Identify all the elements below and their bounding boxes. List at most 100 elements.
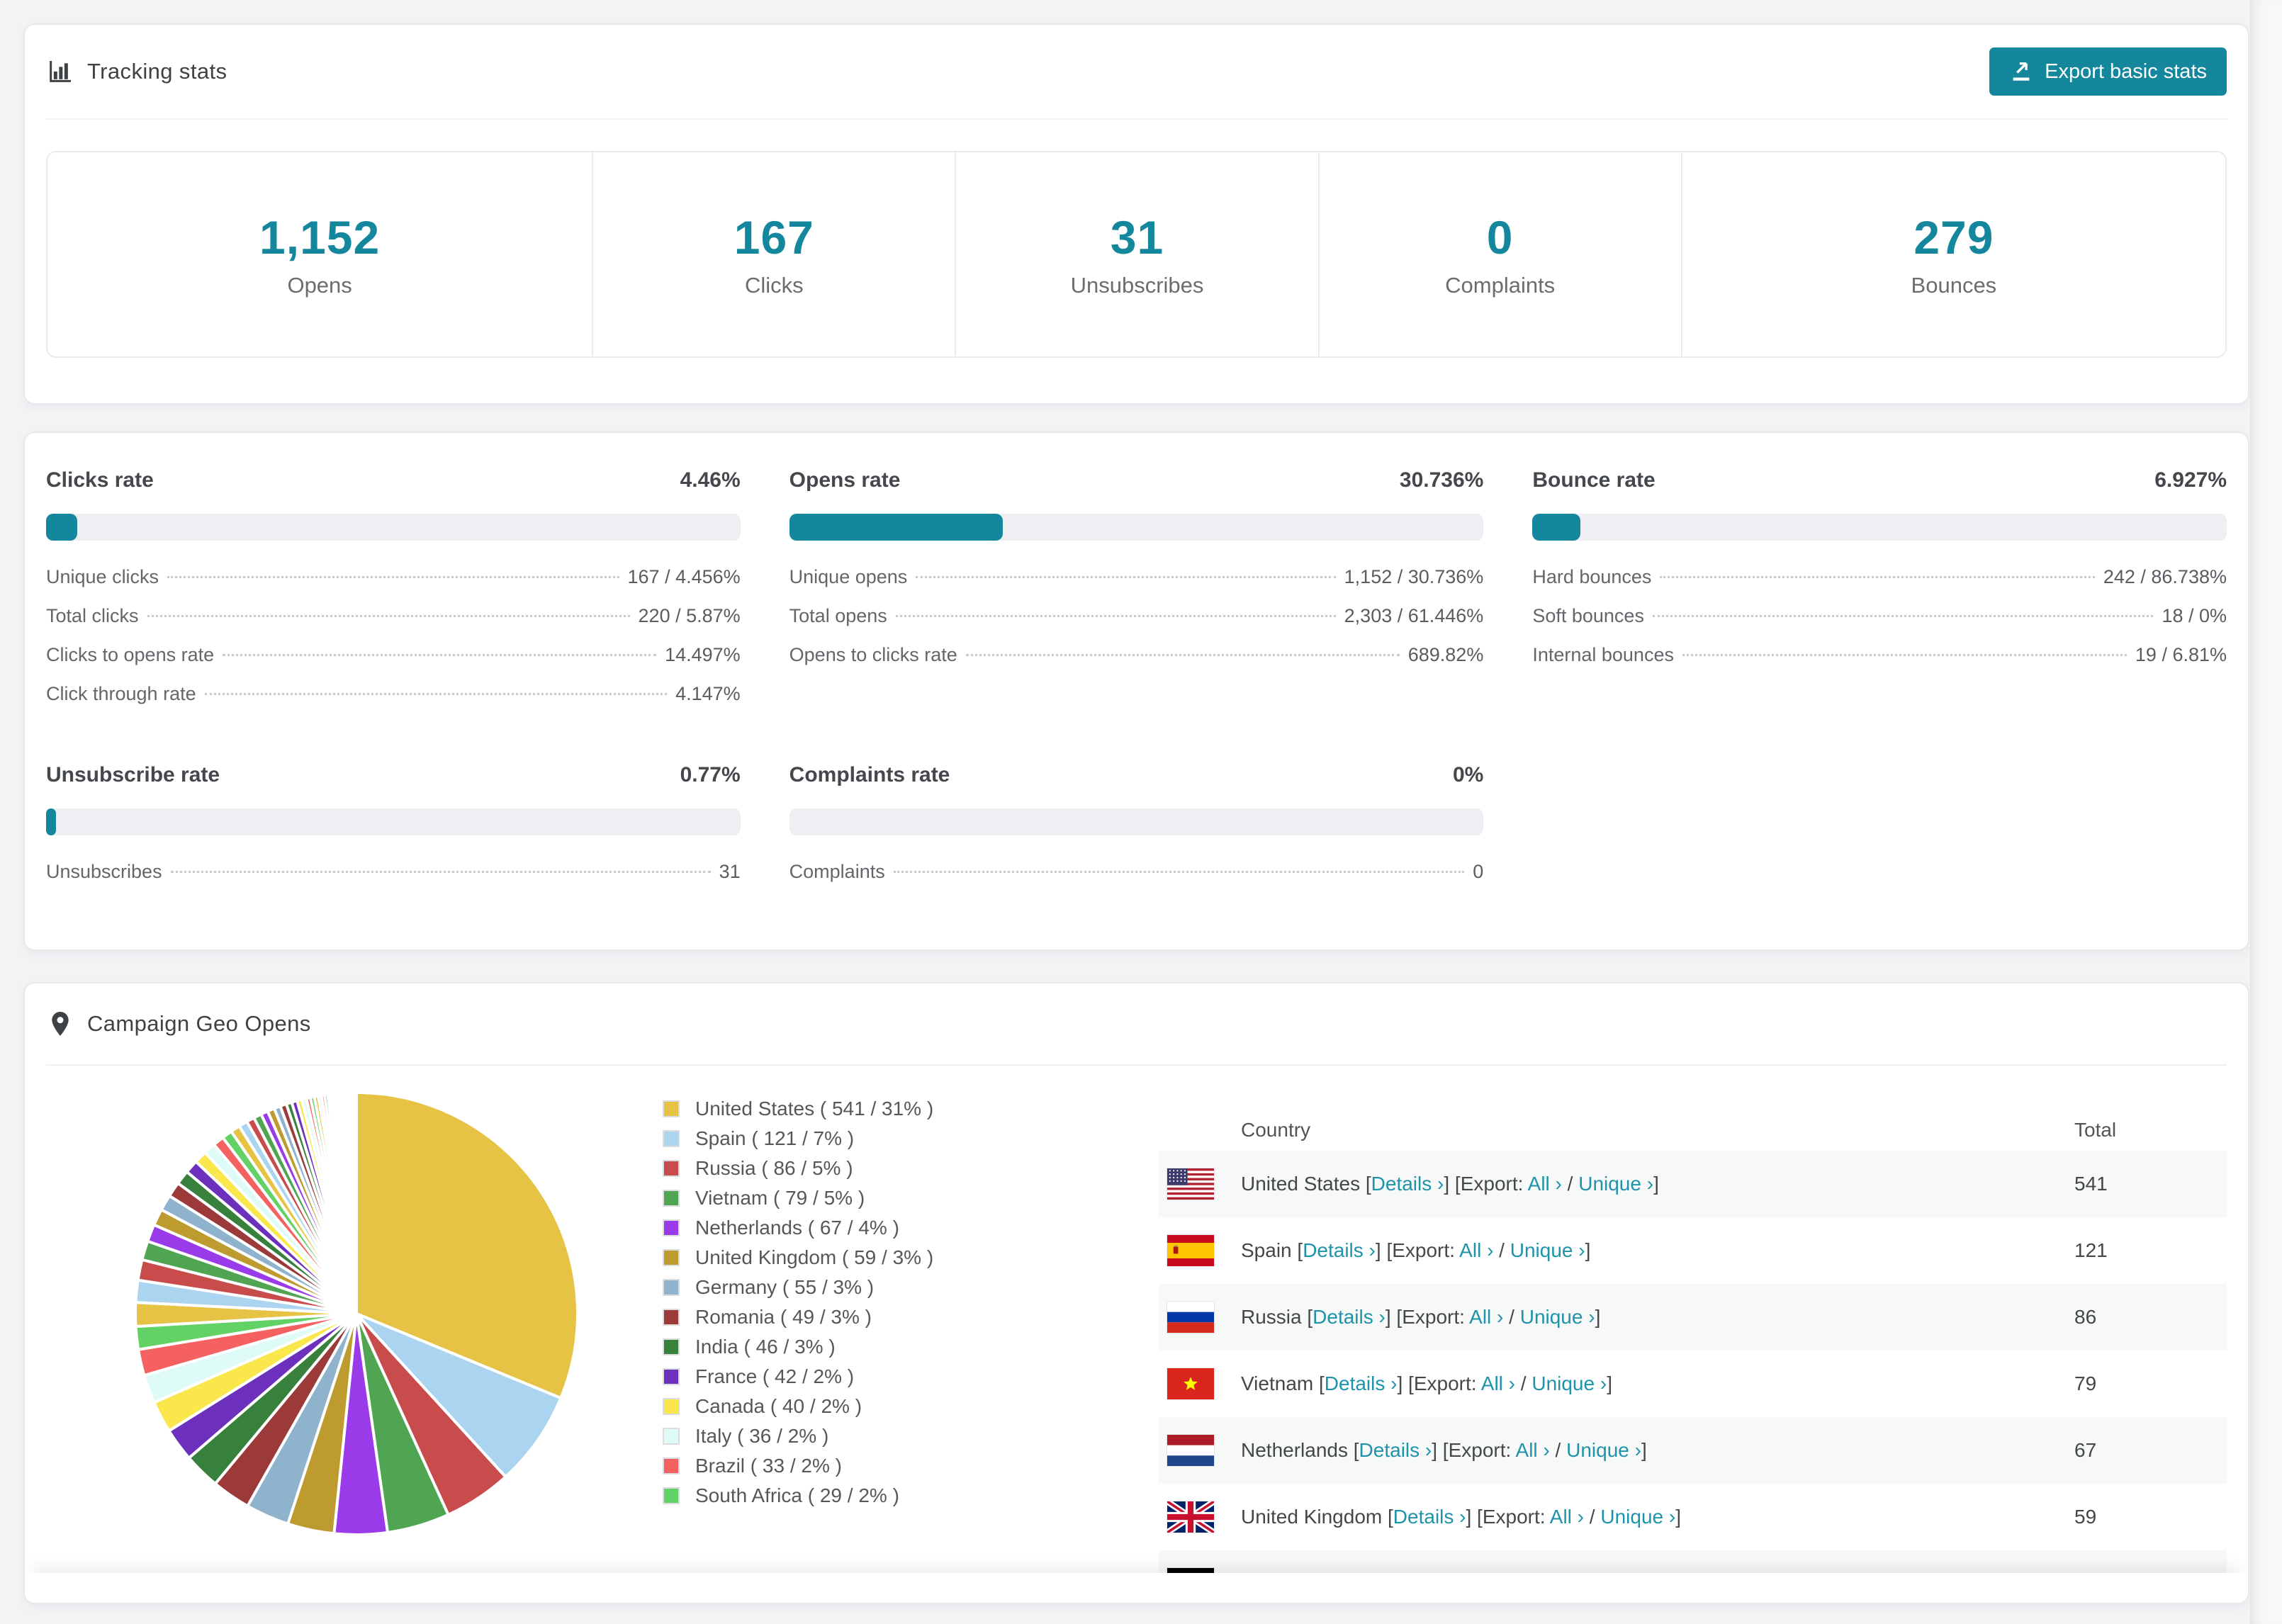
progress-track [789, 808, 1484, 835]
stat-box-bounces: 279 Bounces [1680, 152, 2225, 356]
country-cell: Netherlands [Details ›] [Export: All › /… [1241, 1439, 1647, 1461]
bracket: / [1584, 1506, 1601, 1528]
stat-label: Opens [287, 273, 352, 298]
legend-label: Canada ( 40 / 2% ) [695, 1395, 862, 1417]
export-all-link[interactable]: All › [1528, 1173, 1562, 1195]
progress-fill [1532, 514, 1581, 541]
legend-label: Brazil ( 33 / 2% ) [695, 1455, 842, 1477]
stat-value: 31 [1110, 211, 1164, 264]
legend-swatch [663, 1368, 680, 1385]
export-all-link[interactable]: All › [1550, 1506, 1584, 1528]
dotted-leader [1660, 576, 2095, 578]
rate-head: Complaints rate 0% [789, 763, 1484, 787]
rate-details: Complaints 0 [789, 861, 1484, 900]
geo-table-header: Country Total [1159, 1110, 2227, 1151]
geo-legend: United States ( 541 / 31% ) Spain ( 121 /… [663, 1087, 1122, 1603]
bracket: / [1561, 1173, 1579, 1195]
table-row-nl: Netherlands [Details ›] [Export: All › /… [1159, 1417, 2227, 1484]
stat-box-opens: 1,152 Opens [47, 152, 592, 356]
total-cell: 67 [2074, 1439, 2097, 1461]
legend-item-gb: United Kingdom ( 59 / 3% ) [663, 1243, 1122, 1273]
rate-value: 0% [1452, 763, 1484, 786]
dotted-leader [916, 576, 1336, 578]
detail-label: Opens to clicks rate [789, 644, 957, 665]
detail-value: 167 / 4.456% [627, 566, 741, 587]
detail-row: Soft bounces 18 / 0% [1532, 605, 2227, 644]
geo-pie-chart [130, 1087, 583, 1540]
progress-fill [789, 514, 1003, 541]
stat-label: Bounces [1911, 273, 1997, 298]
legend-swatch [663, 1309, 680, 1326]
detail-row: Unsubscribes 31 [46, 861, 741, 900]
total-cell: 79 [2074, 1372, 2097, 1394]
export-unique-link[interactable]: Unique › [1520, 1306, 1595, 1328]
page-scrollbar[interactable] [2250, 0, 2282, 1624]
details-link[interactable]: Details › [1371, 1173, 1444, 1195]
details-link[interactable]: Details › [1359, 1439, 1432, 1461]
export-unique-link[interactable]: Unique › [1531, 1372, 1607, 1394]
total-cell: 541 [2074, 1173, 2108, 1195]
rate-value: 4.46% [680, 468, 741, 492]
bracket: ] [Export: [1432, 1439, 1516, 1461]
detail-value: 1,152 / 30.736% [1344, 566, 1484, 587]
geo-country-table: Country Total United States [Details ›] [E… [1159, 1110, 2227, 1603]
bracket: [ [1365, 1173, 1371, 1195]
bracket: ] [1653, 1173, 1659, 1195]
stat-value: 167 [734, 211, 814, 264]
export-unique-link[interactable]: Unique › [1578, 1173, 1653, 1195]
rate-block-unsubscribe-rate: Unsubscribe rate 0.77% Unsubscribes 31 [46, 763, 741, 900]
export-all-link[interactable]: All › [1481, 1372, 1515, 1394]
export-basic-stats-button[interactable]: Export basic stats [1989, 47, 2227, 96]
table-row-us: United States [Details ›] [Export: All ›… [1159, 1151, 2227, 1217]
country-cell: Russia [Details ›] [Export: All › / Uniq… [1241, 1306, 1601, 1328]
export-unique-link[interactable]: Unique › [1566, 1439, 1641, 1461]
table-row-ru: Russia [Details ›] [Export: All › / Uniq… [1159, 1284, 2227, 1350]
detail-value: 4.147% [675, 683, 741, 704]
export-unique-link[interactable]: Unique › [1600, 1506, 1675, 1528]
detail-value: 18 / 0% [2162, 605, 2227, 626]
table-row-gb: United Kingdom [Details ›] [Export: All … [1159, 1484, 2227, 1550]
total-cell: 59 [2074, 1506, 2097, 1528]
rate-value: 6.927% [2154, 468, 2227, 492]
detail-row: Click through rate 4.147% [46, 683, 741, 722]
detail-label: Hard bounces [1532, 566, 1652, 587]
details-link[interactable]: Details › [1303, 1239, 1376, 1261]
details-link[interactable]: Details › [1313, 1306, 1386, 1328]
stat-value: 0 [1486, 211, 1514, 264]
bracket: ] [Export: [1385, 1306, 1470, 1328]
dotted-leader [1682, 654, 2127, 656]
legend-label: Vietnam ( 79 / 5% ) [695, 1187, 865, 1209]
detail-value: 242 / 86.738% [2103, 566, 2227, 587]
detail-label: Unique opens [789, 566, 908, 587]
header-divider [46, 118, 2227, 120]
detail-label: Internal bounces [1532, 644, 1674, 665]
detail-label: Unsubscribes [46, 861, 162, 882]
details-link[interactable]: Details › [1393, 1506, 1466, 1528]
dotted-leader [895, 615, 1336, 617]
campaign-geo-opens-card: Campaign Geo Opens United States ( 541 /… [23, 982, 2249, 1604]
country-cell: Spain [Details ›] [Export: All › / Uniqu… [1241, 1239, 1591, 1261]
legend-swatch [663, 1130, 680, 1147]
bracket: ] [Export: [1375, 1239, 1460, 1261]
bracket: [ [1353, 1439, 1359, 1461]
detail-row: Unique opens 1,152 / 30.736% [789, 566, 1484, 605]
total-cell: 86 [2074, 1306, 2097, 1328]
detail-label: Soft bounces [1532, 605, 1644, 626]
rate-block-opens-rate: Opens rate 30.736% Unique opens 1,152 / 30.… [789, 468, 1484, 722]
export-all-link[interactable]: All › [1469, 1306, 1503, 1328]
detail-row: Unique clicks 167 / 4.456% [46, 566, 741, 605]
detail-label: Unique clicks [46, 566, 159, 587]
details-link[interactable]: Details › [1325, 1372, 1398, 1394]
legend-swatch [663, 1100, 680, 1117]
legend-label: Spain ( 121 / 7% ) [695, 1127, 855, 1149]
rate-head: Unsubscribe rate 0.77% [46, 763, 741, 787]
rate-title: Opens rate [789, 468, 901, 492]
legend-label: India ( 46 / 3% ) [695, 1336, 836, 1358]
export-all-link[interactable]: All › [1516, 1439, 1550, 1461]
export-all-link[interactable]: All › [1459, 1239, 1493, 1261]
bracket: / [1503, 1306, 1520, 1328]
export-unique-link[interactable]: Unique › [1510, 1239, 1585, 1261]
bracket: / [1549, 1439, 1567, 1461]
rate-title: Clicks rate [46, 468, 154, 492]
legend-label: Netherlands ( 67 / 4% ) [695, 1217, 899, 1239]
